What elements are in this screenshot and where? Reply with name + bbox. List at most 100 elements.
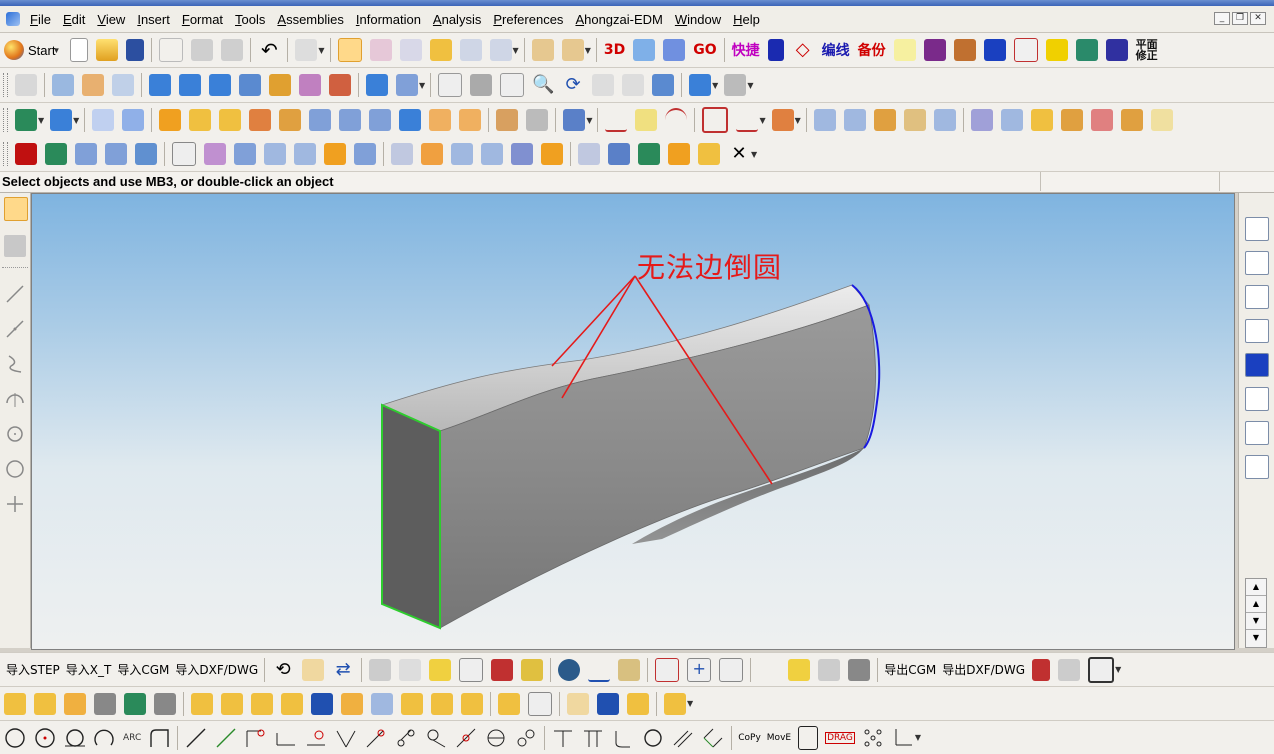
import-cgm-button[interactable]: 导入CGM: [117, 661, 169, 678]
snap-icon[interactable]: [4, 235, 26, 257]
linear-dimension-icon[interactable]: [578, 143, 600, 165]
history-tab-icon[interactable]: [1245, 387, 1269, 411]
custom-plane-icon[interactable]: [893, 39, 916, 61]
slot-icon[interactable]: [515, 727, 537, 749]
import-dxf-button[interactable]: 导入DXF/DWG: [175, 661, 258, 678]
edge-blend-icon[interactable]: [189, 109, 212, 131]
resource-scroll[interactable]: ▲ ▲ ▼ ▼: [1245, 578, 1267, 648]
copy-face-icon[interactable]: [204, 143, 226, 165]
web-browser-tab-icon[interactable]: [1245, 285, 1269, 309]
custom-box-icon[interactable]: [923, 39, 946, 61]
arc-tool-icon[interactable]: [5, 389, 25, 409]
snap-point-icon[interactable]: [369, 39, 392, 61]
explode-icon[interactable]: [154, 692, 176, 715]
spline-icon[interactable]: [736, 108, 759, 132]
circle-center-tool-icon[interactable]: [5, 424, 25, 444]
split-line-icon[interactable]: [582, 727, 604, 749]
wireframe-icon[interactable]: [209, 74, 231, 96]
fit-icon[interactable]: [438, 73, 463, 97]
selection-filter-icon[interactable]: [295, 39, 318, 61]
system-materials-tab-icon[interactable]: [1245, 421, 1269, 445]
training-tab-icon[interactable]: [1245, 319, 1269, 343]
rotate-icon[interactable]: ⟳: [562, 74, 584, 96]
add-icon[interactable]: +: [687, 657, 712, 682]
circle-tool-icon[interactable]: [5, 459, 25, 479]
custom-stack-icon[interactable]: [953, 39, 976, 61]
part-navigator-tab-icon[interactable]: [1245, 251, 1269, 275]
custom-calc-icon[interactable]: [1075, 39, 1098, 61]
sketch-icon[interactable]: [15, 109, 37, 131]
mirror-icon[interactable]: [526, 109, 549, 131]
point-tool-icon[interactable]: [5, 494, 25, 514]
printer-table-icon[interactable]: [818, 658, 841, 681]
refresh-icon[interactable]: ⟲: [272, 659, 294, 681]
close-button[interactable]: ✕: [1250, 12, 1266, 25]
revolve-icon[interactable]: [122, 109, 145, 131]
axis-csys-icon[interactable]: [892, 727, 914, 749]
thicken-icon[interactable]: [1120, 109, 1143, 131]
measure-distance-icon[interactable]: [531, 39, 554, 61]
layer-icon[interactable]: [489, 39, 512, 61]
arc-button[interactable]: ARC: [123, 733, 141, 743]
globe-icon[interactable]: [558, 658, 581, 681]
custom-hand-icon[interactable]: [663, 39, 686, 61]
link-icon[interactable]: [528, 691, 552, 716]
zoom-box-icon[interactable]: [500, 73, 525, 97]
replace-component-icon[interactable]: [341, 692, 363, 715]
view-trimetric-icon[interactable]: [112, 74, 134, 96]
orient-view-icon[interactable]: [689, 74, 712, 96]
perpendicular-icon[interactable]: [245, 727, 267, 749]
sync-icon[interactable]: ⇄: [332, 659, 354, 681]
custom-edit-line-button[interactable]: 编线: [822, 40, 850, 60]
custom-go-button[interactable]: GO: [693, 42, 716, 58]
split-body-icon[interactable]: [429, 109, 452, 131]
select-icon[interactable]: [4, 197, 28, 221]
datum-icon[interactable]: [50, 109, 73, 131]
arc-three-point-icon[interactable]: [94, 727, 116, 749]
full-circle-icon[interactable]: [642, 727, 664, 749]
minimize-button[interactable]: _: [1214, 12, 1230, 25]
trim-body-icon[interactable]: [399, 109, 422, 131]
shaded-icon[interactable]: [149, 74, 171, 96]
polyline-tool-icon[interactable]: [5, 319, 25, 339]
line-icon[interactable]: [605, 108, 628, 132]
hole-icon[interactable]: [249, 109, 272, 131]
view-front-icon[interactable]: [52, 74, 74, 96]
menu-file[interactable]: File: [24, 12, 57, 27]
reposition-icon[interactable]: [94, 692, 116, 715]
app-icon[interactable]: [6, 12, 20, 26]
undo-icon[interactable]: ↶: [258, 39, 280, 61]
product-outline-icon[interactable]: [221, 692, 243, 715]
fillet-corner-icon[interactable]: [148, 727, 170, 749]
window-icon[interactable]: [459, 657, 484, 682]
shell-body-icon[interactable]: [668, 143, 690, 165]
shaded-edges-icon[interactable]: [179, 74, 201, 96]
render-icon[interactable]: [429, 39, 452, 61]
circle-center-icon[interactable]: [34, 727, 56, 749]
layer-settings-icon[interactable]: [429, 658, 452, 681]
extrude-icon[interactable]: [92, 109, 115, 131]
constrain-face-icon[interactable]: [354, 143, 376, 165]
csys-icon[interactable]: [622, 74, 645, 96]
list-icon[interactable]: [369, 658, 392, 681]
cylinder-display-icon[interactable]: [396, 74, 418, 96]
clip-icon[interactable]: [627, 692, 649, 715]
mate-icon[interactable]: [124, 692, 146, 715]
line-tool-icon[interactable]: [5, 284, 25, 304]
import-xt-button[interactable]: 导入X_T: [66, 661, 112, 678]
open-folder-icon[interactable]: [96, 39, 119, 61]
partial-shade-icon[interactable]: [329, 74, 351, 96]
point-circle-tangent-icon[interactable]: [425, 727, 447, 749]
cut-face-icon[interactable]: [234, 143, 256, 165]
menu-assemblies[interactable]: Assemblies: [271, 12, 349, 27]
swept-icon[interactable]: [873, 109, 896, 131]
group-face-icon[interactable]: [698, 143, 720, 165]
angular-dimension-icon[interactable]: [608, 143, 630, 165]
checker-icon[interactable]: [1088, 656, 1115, 683]
paste-icon[interactable]: [221, 39, 244, 61]
eye-icon[interactable]: [788, 658, 811, 681]
line-draw-icon[interactable]: [185, 727, 207, 749]
assembly-navigator-tab-icon[interactable]: [1245, 217, 1269, 241]
through-mesh-icon[interactable]: [843, 109, 866, 131]
target-icon[interactable]: [719, 657, 744, 682]
